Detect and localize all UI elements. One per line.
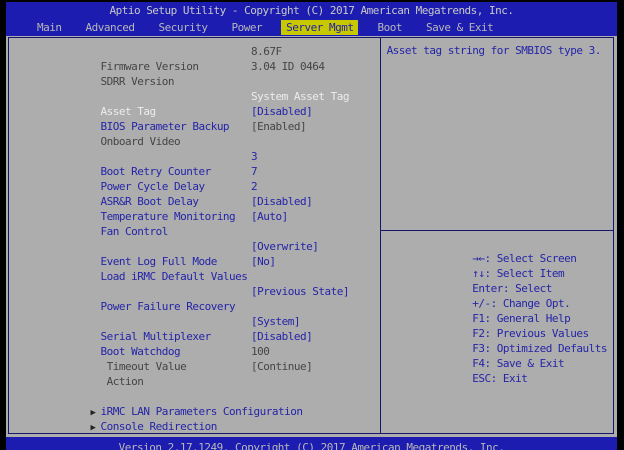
setting-value: [No] <box>251 254 276 269</box>
hotkey-action: Change Opt. <box>503 297 570 310</box>
hotkey-key: F3: <box>472 342 490 355</box>
setting-row[interactable]: Boot Watchdog [Disabled] <box>9 329 380 344</box>
setting-value: 3 <box>251 149 257 164</box>
setting-row[interactable]: Asset Tag System Asset Tag <box>9 89 380 104</box>
hotkey-legend: →←: Select Screen ↑↓: Select Item Enter:… <box>381 231 613 433</box>
setting-value: 3.04 ID 0464 <box>251 59 324 74</box>
setting-value: 100 <box>251 344 269 359</box>
menu-tab[interactable]: Save & Exit <box>421 20 498 35</box>
hotkey-key: ESC: <box>472 372 497 385</box>
setting-row <box>9 134 380 149</box>
version-text: Version 2.17.1249. Copyright (C) 2017 Am… <box>6 437 617 450</box>
setting-value: [Disabled] <box>251 329 312 344</box>
setting-row[interactable]: Power Failure Recovery [Previous State] <box>9 284 380 299</box>
setting-row[interactable]: Boot Retry Counter 3 <box>9 149 380 164</box>
menu-tab[interactable]: Boot <box>372 20 407 35</box>
setting-row: Onboard Video [Enabled] <box>9 119 380 134</box>
help-pane: Asset tag string for SMBIOS type 3. →←: … <box>381 38 613 433</box>
setting-row[interactable]: ASR&R Boot Delay 2 <box>9 179 380 194</box>
menu-tab[interactable]: Power <box>226 20 267 35</box>
hotkey-key: F1: <box>472 312 490 325</box>
setting-row: SDRR Version 3.04 ID 0464 <box>9 59 380 74</box>
setting-row <box>9 269 380 284</box>
setting-row[interactable]: Fan Control [Auto] <box>9 209 380 224</box>
setting-row: Action [Continue] <box>9 359 380 374</box>
setting-row[interactable]: BIOS Parameter Backup [Disabled] <box>9 104 380 119</box>
hotkey-action: Select Screen <box>497 252 577 265</box>
hotkey-action: Select <box>515 282 552 295</box>
hotkey-key: F4: <box>472 357 490 370</box>
setting-value: [Overwrite] <box>251 239 318 254</box>
setting-value: [Disabled] <box>251 104 312 119</box>
setting-row <box>9 224 380 239</box>
menu-bar: Main Advanced Security Power Server Mgmt… <box>6 18 617 36</box>
hotkey-action: Exit <box>503 372 528 385</box>
setting-row[interactable]: Event Log Full Mode [Overwrite] <box>9 239 380 254</box>
hotkey-key: ↑↓: <box>472 267 490 280</box>
setting-value: [Continue] <box>251 359 312 374</box>
bios-screen: Aptio Setup Utility - Copyright (C) 2017… <box>6 2 617 450</box>
setting-value: [Auto] <box>251 209 288 224</box>
menu-tab[interactable]: Main <box>32 20 67 35</box>
hotkey-action: Optimized Defaults <box>497 342 607 355</box>
hotkey-action: Previous Values <box>497 327 589 340</box>
setting-value: 7 <box>251 164 257 179</box>
setting-value: [Previous State] <box>251 284 349 299</box>
setting-row <box>9 299 380 314</box>
setting-row[interactable]: ▶Console Redirection <box>9 404 380 419</box>
setting-row[interactable]: Load iRMC Default Values [No] <box>9 254 380 269</box>
setting-value: 8.67F <box>251 44 282 59</box>
app-title: Aptio Setup Utility - Copyright (C) 2017… <box>109 4 513 17</box>
hotkey-key: →←: <box>472 252 490 265</box>
setting-row[interactable]: Serial Multiplexer [System] <box>9 314 380 329</box>
setting-value: [Disabled] <box>251 194 312 209</box>
panel-outline: Firmware Version 8.67F SDRR Version 3.04… <box>8 37 614 434</box>
setting-label: Console Redirection <box>100 420 216 433</box>
setting-row[interactable]: Temperature Monitoring [Disabled] <box>9 194 380 209</box>
content-area: Firmware Version 8.67F SDRR Version 3.04… <box>6 36 617 437</box>
setting-value: [System] <box>251 314 300 329</box>
setting-row[interactable]: ▶iRMC LAN Parameters Configuration <box>9 389 380 404</box>
hotkey-row: →←: Select Screen <box>387 236 607 251</box>
title-bar: Aptio Setup Utility - Copyright (C) 2017… <box>6 2 617 18</box>
setting-value: 2 <box>251 179 257 194</box>
setting-value: System Asset Tag <box>251 89 349 104</box>
hotkey-action: General Help <box>497 312 570 325</box>
footer-bar: Version 2.17.1249. Copyright (C) 2017 Am… <box>6 437 617 450</box>
hotkey-key: +/-: <box>472 297 497 310</box>
hotkey-action: Select Item <box>497 267 564 280</box>
menu-tab[interactable]: Server Mgmt <box>281 20 358 35</box>
setting-row <box>9 74 380 89</box>
settings-pane: Firmware Version 8.67F SDRR Version 3.04… <box>9 38 381 433</box>
help-description: Asset tag string for SMBIOS type 3. <box>381 38 613 231</box>
submenu-arrow-icon: ▶ <box>90 421 100 433</box>
setting-row: Firmware Version 8.67F <box>9 44 380 59</box>
setting-value: [Enabled] <box>251 119 306 134</box>
menu-tab[interactable]: Security <box>153 20 212 35</box>
setting-row[interactable]: Power Cycle Delay 7 <box>9 164 380 179</box>
menu-tab[interactable]: Advanced <box>81 20 140 35</box>
setting-row <box>9 374 380 389</box>
hotkey-action: Save & Exit <box>497 357 564 370</box>
hotkey-key: F2: <box>472 327 490 340</box>
hotkey-key: Enter: <box>472 282 509 295</box>
setting-row: Timeout Value 100 <box>9 344 380 359</box>
